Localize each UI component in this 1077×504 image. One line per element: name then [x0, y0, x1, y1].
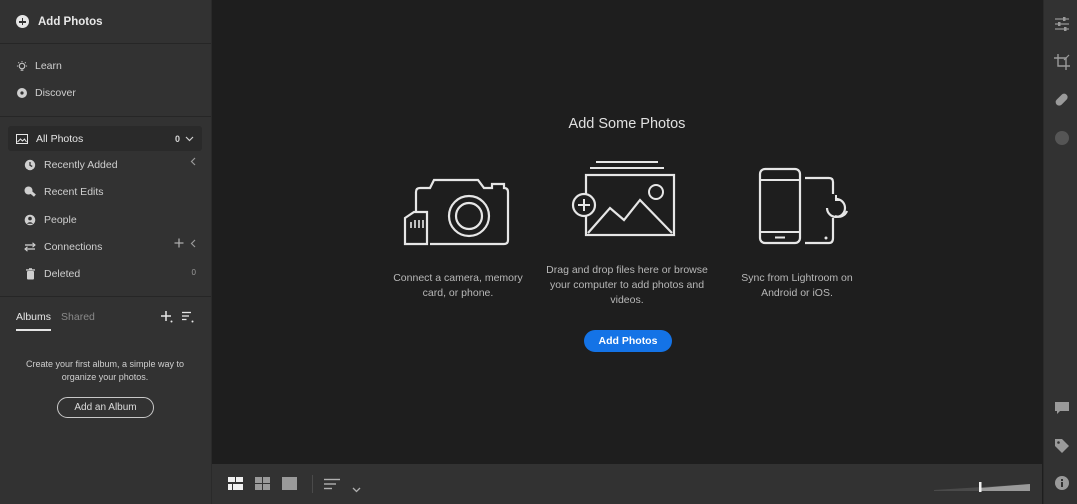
- nav-discover-label: Discover: [35, 87, 76, 99]
- crop-icon[interactable]: [1054, 54, 1070, 70]
- comments-icon[interactable]: [1054, 400, 1070, 416]
- people-label: People: [44, 214, 77, 226]
- recent-edits-label: Recent Edits: [44, 186, 104, 198]
- info-icon[interactable]: [1054, 475, 1070, 491]
- nav-recently-added[interactable]: Recently Added: [24, 154, 204, 176]
- nav-people[interactable]: People: [24, 209, 204, 231]
- trash-icon: [24, 268, 36, 280]
- add-circle-icon: [16, 15, 29, 28]
- connections-icon: [24, 241, 36, 253]
- detail-view-icon[interactable]: [282, 477, 297, 495]
- toolbar-divider: [312, 475, 313, 493]
- drag-drop-caption: Drag and drop files here or browse your …: [546, 264, 708, 306]
- sort-albums-icon[interactable]: [181, 310, 194, 326]
- sort-icon[interactable]: [324, 477, 340, 495]
- photo-grid-view-icon[interactable]: [228, 477, 243, 495]
- thumbnail-size-slider[interactable]: [934, 479, 1030, 492]
- nav-connections[interactable]: Connections: [24, 236, 204, 258]
- add-photos-sidebar-label: Add Photos: [38, 15, 103, 28]
- healing-brush-icon[interactable]: [1054, 92, 1070, 108]
- edit-icon: [24, 186, 36, 198]
- add-photos-sidebar-button[interactable]: Add Photos: [0, 0, 211, 44]
- all-photos-label: All Photos: [36, 132, 84, 145]
- nav-learn[interactable]: Learn: [0, 54, 211, 78]
- all-photos-count: 0: [174, 133, 180, 144]
- person-icon: [24, 214, 36, 226]
- chevron-left-icon[interactable]: [190, 239, 196, 251]
- tab-albums[interactable]: Albums: [16, 311, 52, 331]
- camera-icon: [402, 172, 512, 252]
- tag-icon[interactable]: [1054, 438, 1070, 454]
- nav-deleted[interactable]: Deleted 0: [24, 263, 204, 285]
- nav-learn-label: Learn: [35, 60, 62, 72]
- photos-import-icon: [570, 160, 680, 245]
- recently-added-label: Recently Added: [44, 159, 118, 171]
- right-panel: [1043, 0, 1077, 504]
- camera-caption: Connect a camera, memory card, or phone.: [393, 272, 523, 299]
- add-connection-icon[interactable]: [174, 238, 184, 251]
- add-album-button[interactable]: Add an Album: [57, 397, 154, 418]
- clock-icon: [24, 159, 36, 171]
- lightbulb-icon: [16, 60, 28, 72]
- discover-icon: [16, 87, 28, 99]
- all-photos-item[interactable]: All Photos 0: [8, 126, 202, 151]
- tab-shared[interactable]: Shared: [61, 311, 95, 331]
- main-content: Add Some Photos Connect a camera, memory…: [212, 0, 1042, 464]
- chevron-down-icon[interactable]: [352, 480, 361, 498]
- add-album-icon[interactable]: [160, 310, 173, 326]
- page-title: Add Some Photos: [568, 116, 686, 132]
- album-actions: [160, 310, 194, 326]
- sidebar-divider: [0, 296, 211, 297]
- photo-library-icon: [16, 133, 28, 144]
- left-sidebar: Add Photos Learn Discover All Photos 0 R…: [0, 0, 212, 504]
- chevron-left-icon[interactable]: [190, 157, 196, 166]
- phone-sync-icon: [757, 166, 852, 253]
- chevron-down-icon[interactable]: [185, 133, 194, 145]
- connections-label: Connections: [44, 241, 103, 253]
- deleted-label: Deleted: [44, 268, 81, 280]
- deleted-count: 0: [191, 268, 196, 277]
- masking-icon[interactable]: [1054, 130, 1070, 146]
- nav-recent-edits[interactable]: Recent Edits: [24, 181, 204, 203]
- sidebar-divider: [0, 116, 211, 117]
- albums-tabs: Albums Shared: [16, 311, 95, 331]
- square-grid-view-icon[interactable]: [255, 477, 270, 495]
- nav-discover[interactable]: Discover: [0, 81, 211, 105]
- bottom-toolbar: [212, 464, 1042, 504]
- add-photos-button[interactable]: Add Photos: [584, 330, 672, 352]
- sync-caption: Sync from Lightroom on Android or iOS.: [741, 272, 853, 299]
- album-empty-hint: Create your first album, a simple way to…: [25, 359, 185, 382]
- edit-sliders-icon[interactable]: [1054, 16, 1070, 32]
